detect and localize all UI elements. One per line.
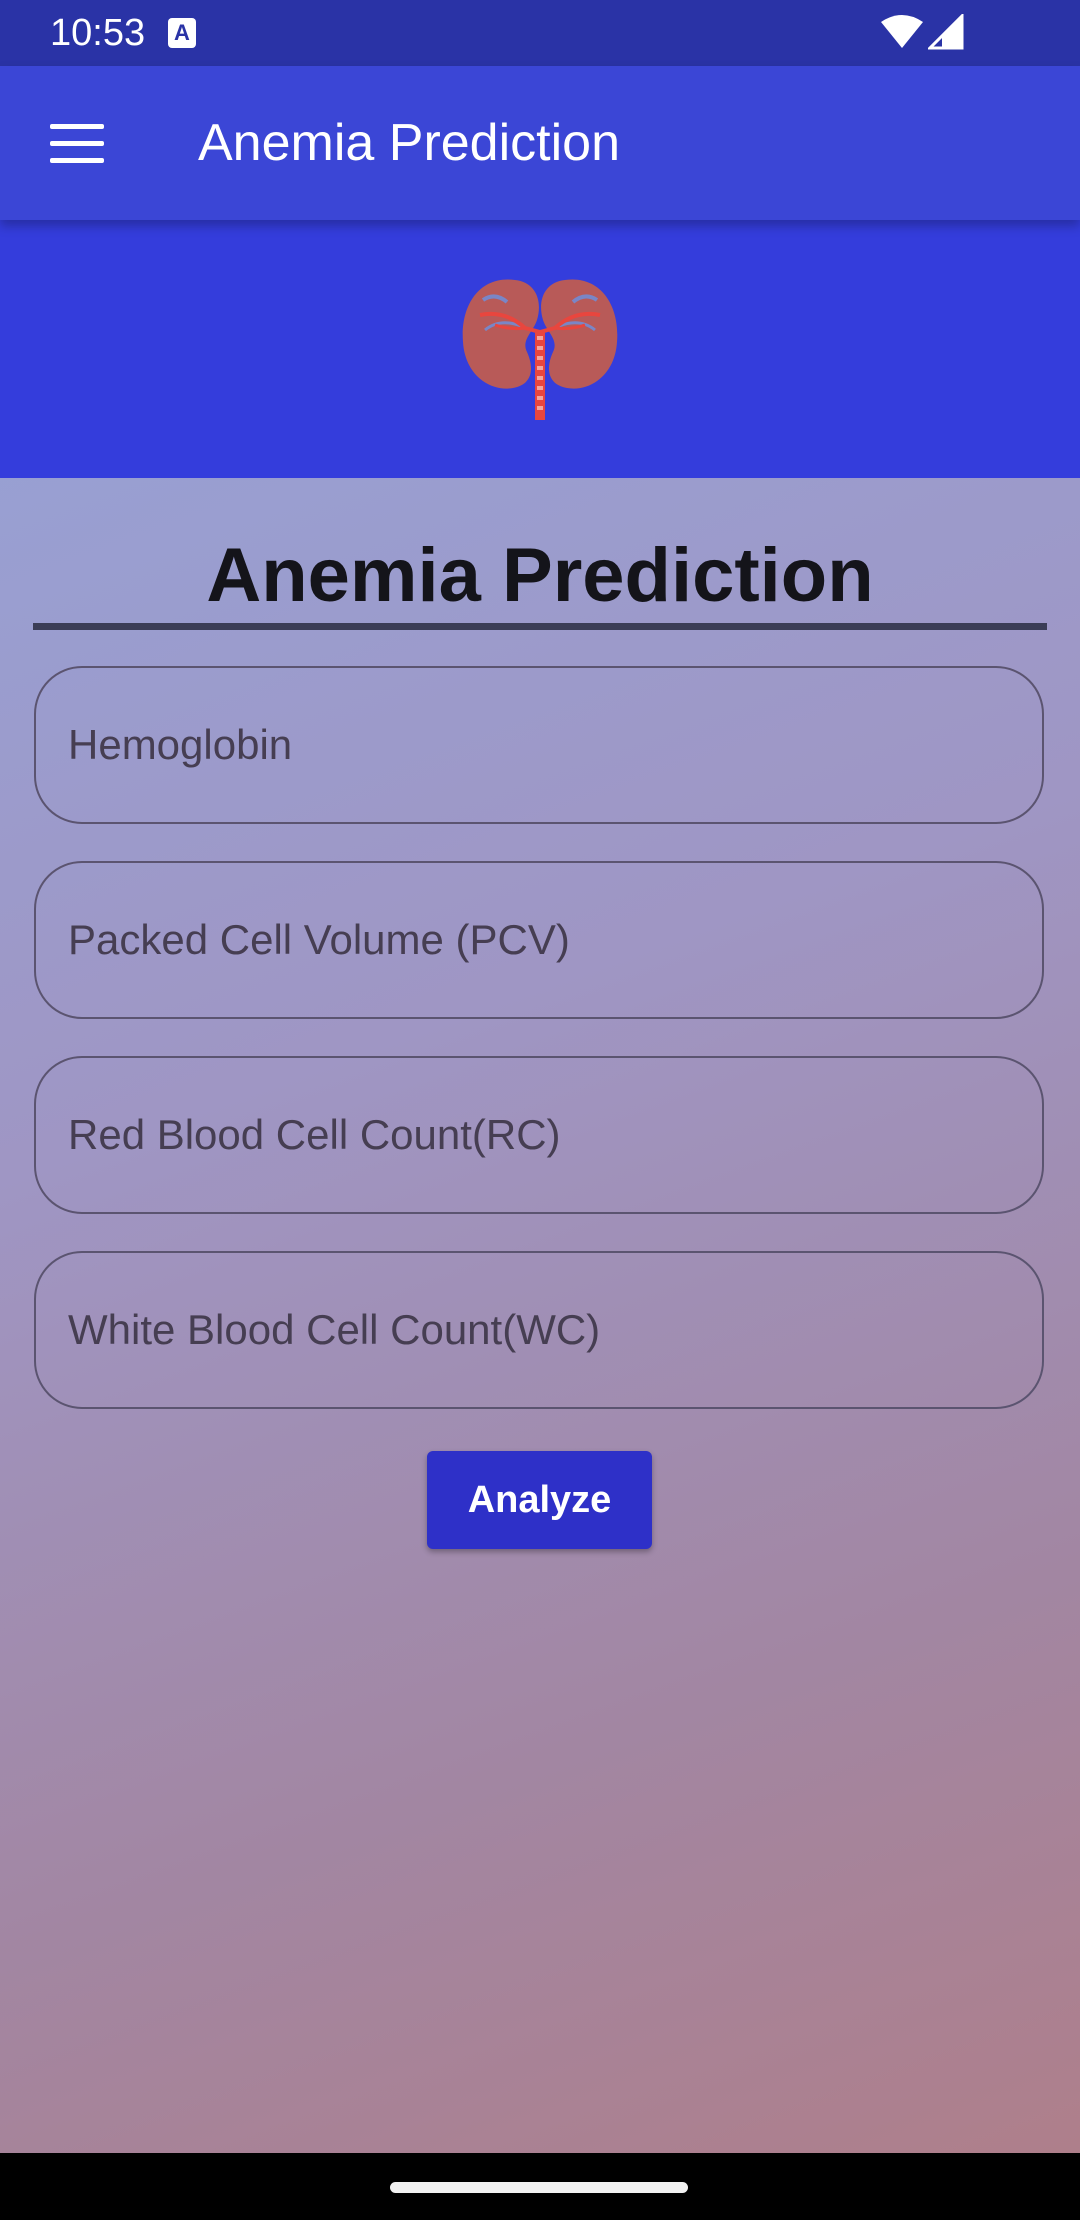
hamburger-menu-icon[interactable] [50,124,104,164]
status-time: 10:53 [50,12,146,54]
white-blood-cell-count-input[interactable] [34,1251,1044,1409]
wifi-icon [881,15,923,48]
status-bar: 10:53 A [0,0,1080,66]
hemoglobin-input[interactable] [34,666,1044,824]
app-bar: Anemia Prediction [0,66,1080,220]
app-title: Anemia Prediction [198,114,620,172]
packed-cell-volume-input[interactable] [34,861,1044,1019]
header-banner [0,220,1080,478]
home-gesture-handle[interactable] [390,2182,688,2193]
page-heading: Anemia Prediction [206,533,874,618]
heading-divider [33,623,1047,630]
navigation-bar [0,2153,1080,2220]
red-blood-cell-count-input[interactable] [34,1056,1044,1214]
app-screen: 10:53 A Anemia Prediction Anemia Predict… [0,0,1080,2220]
cellular-signal-icon [928,14,964,50]
kidney-icon [462,279,618,420]
analyze-button[interactable]: Analyze [427,1451,652,1549]
notification-icon: A [168,18,196,48]
